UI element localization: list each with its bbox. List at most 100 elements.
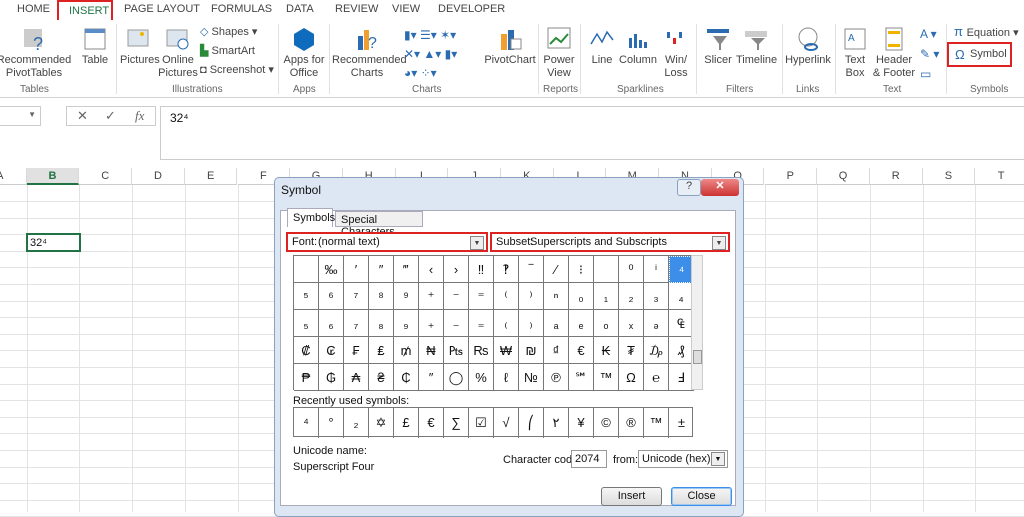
online-pictures-button[interactable]: Online Pictures bbox=[158, 26, 198, 80]
chevron-down-icon[interactable]: ▼ bbox=[470, 236, 484, 250]
column-header-q[interactable]: Q bbox=[817, 168, 870, 185]
symbol-grid[interactable]: ‰ ′ ″ ‴ ‹ › ‼ ‽ ‾ ⁄ ⁝ ⁰ ⁱ ⁴ ⁵ ⁶ ⁷ ⁸ ⁹ ⁺ ⁻ ⁼ ⁽ ⁾ ⁿ ₀ ₁ ₂ ₃ ₄ ₅ ₆ ₇ ₈ ₉ ₊ ₋ ₌ ₍ ₎… bbox=[293, 255, 694, 391]
column-header-t[interactable]: T bbox=[975, 168, 1024, 185]
symbol-button[interactable]: Ω Symbol bbox=[947, 42, 1012, 67]
symbol-cell[interactable]: Ω bbox=[619, 364, 644, 391]
symbol-cell[interactable]: ⁼ bbox=[469, 283, 494, 310]
symbol-cell[interactable]: ™ bbox=[594, 364, 619, 391]
font-select[interactable]: Font: (normal text) ▼ bbox=[286, 232, 488, 252]
recent-symbol[interactable]: ₂ bbox=[344, 408, 369, 438]
symbol-cell[interactable]: ℓ bbox=[494, 364, 519, 391]
symbol-cell[interactable]: ₱ bbox=[294, 364, 319, 391]
text-more-buttons[interactable]: A ▾ ✎ ▾ ▭ bbox=[920, 24, 939, 84]
symbol-cell[interactable]: ⁸ bbox=[369, 283, 394, 310]
pictures-button[interactable]: Pictures bbox=[120, 26, 160, 67]
recent-symbol[interactable]: ⁴ bbox=[294, 408, 319, 438]
help-button[interactable]: ? bbox=[677, 179, 701, 196]
recent-symbol[interactable]: € bbox=[419, 408, 444, 438]
symbol-cell[interactable]: ₍ bbox=[494, 310, 519, 337]
symbol-cell[interactable]: ◯ bbox=[444, 364, 469, 391]
symbol-cell[interactable]: ″ bbox=[369, 256, 394, 283]
symbol-cell[interactable] bbox=[294, 256, 319, 283]
symbol-cell[interactable]: ₒ bbox=[594, 310, 619, 337]
recent-symbol[interactable]: ⎛ bbox=[519, 408, 544, 438]
chart-type-buttons[interactable]: ▮▾ ☰▾ ✶▾ ✕▾ ▲▾ ▮▾ ◕▾ ⁘▾ bbox=[404, 26, 457, 83]
tab-developer[interactable]: DEVELOPER bbox=[438, 3, 505, 15]
symbol-cell[interactable]: ⁽ bbox=[494, 283, 519, 310]
symbol-cell[interactable]: ′ bbox=[344, 256, 369, 283]
symbol-cell[interactable]: ₭ bbox=[594, 337, 619, 364]
recent-symbol[interactable]: ™ bbox=[644, 408, 669, 438]
timeline-button[interactable]: Timeline bbox=[736, 26, 777, 67]
recent-symbol[interactable]: ¥ bbox=[569, 408, 594, 438]
subset-select[interactable]: Subset: Superscripts and Subscripts ▼ bbox=[490, 232, 730, 252]
close-window-button[interactable]: ✕ bbox=[701, 179, 739, 196]
symbol-cell[interactable]: ₎ bbox=[519, 310, 544, 337]
symbol-cell[interactable]: ₊ bbox=[419, 310, 444, 337]
smartart-button[interactable]: ▙ SmartArt bbox=[200, 45, 255, 58]
column-header-e[interactable]: E bbox=[184, 168, 238, 185]
tab-view[interactable]: VIEW bbox=[392, 3, 420, 15]
tab-formulas[interactable]: FORMULAS bbox=[211, 3, 272, 15]
recent-symbol[interactable]: £ bbox=[394, 408, 419, 438]
symbol-cell[interactable]: ⁻ bbox=[444, 283, 469, 310]
symbol-cell[interactable]: ℮ bbox=[644, 364, 669, 391]
sparkline-column-button[interactable]: Column bbox=[618, 26, 658, 67]
header-footer-button[interactable]: Header & Footer bbox=[872, 26, 916, 80]
symbol-cell[interactable]: ₥ bbox=[394, 337, 419, 364]
symbol-cell[interactable]: ₢ bbox=[319, 337, 344, 364]
symbol-cell[interactable]: ₇ bbox=[344, 310, 369, 337]
symbol-cell[interactable]: ⁶ bbox=[319, 283, 344, 310]
column-header-r[interactable]: R bbox=[869, 168, 923, 185]
symbol-cell[interactable]: ₋ bbox=[444, 310, 469, 337]
symbol-cell[interactable]: ₮ bbox=[619, 337, 644, 364]
sparkline-winloss-button[interactable]: Win/ Loss bbox=[662, 26, 690, 80]
symbol-cell[interactable]: ₌ bbox=[469, 310, 494, 337]
symbol-cell[interactable]: ℗ bbox=[544, 364, 569, 391]
symbol-cell[interactable]: % bbox=[469, 364, 494, 391]
column-header-p[interactable]: P bbox=[764, 168, 818, 185]
chevron-down-icon[interactable]: ▼ bbox=[711, 452, 725, 466]
apps-for-office-button[interactable]: Apps for Office bbox=[282, 26, 326, 80]
insert-button[interactable]: Insert bbox=[601, 487, 662, 506]
symbol-cell[interactable]: ₫ bbox=[544, 337, 569, 364]
symbol-cell[interactable]: ₈ bbox=[369, 310, 394, 337]
tab-home[interactable]: HOME bbox=[17, 3, 50, 15]
symbol-cell[interactable]: ₔ bbox=[644, 310, 669, 337]
scrollbar-thumb[interactable] bbox=[693, 350, 702, 364]
symbol-cell[interactable]: ⁰ bbox=[619, 256, 644, 283]
symbol-cell[interactable]: ₨ bbox=[469, 337, 494, 364]
recent-symbol[interactable]: ° bbox=[319, 408, 344, 438]
column-header-a[interactable]: A bbox=[0, 168, 27, 185]
symbol-cell[interactable]: ⁹ bbox=[394, 283, 419, 310]
symbol-cell[interactable]: ℠ bbox=[569, 364, 594, 391]
symbol-cell[interactable]: ₂ bbox=[619, 283, 644, 310]
fx-icon[interactable]: fx bbox=[135, 108, 144, 124]
power-view-button[interactable]: Power View bbox=[542, 26, 576, 80]
symbol-cell[interactable]: ₳ bbox=[344, 364, 369, 391]
symbol-cell[interactable]: ⁷ bbox=[344, 283, 369, 310]
recent-symbols[interactable]: ⁴ ° ₂ ✡ £ € ∑ ☑ √ ⎛ ٢ ¥ © ® ™ ± bbox=[293, 407, 693, 438]
column-header-c[interactable]: C bbox=[79, 168, 133, 185]
recent-symbol[interactable]: √ bbox=[494, 408, 519, 438]
symbol-cell[interactable]: ₣ bbox=[344, 337, 369, 364]
recent-symbol[interactable]: ® bbox=[619, 408, 644, 438]
symbol-cell[interactable]: ₃ bbox=[644, 283, 669, 310]
column-header-d[interactable]: D bbox=[132, 168, 185, 185]
scrollbar[interactable] bbox=[691, 255, 703, 390]
pivotchart-button[interactable]: PivotChart bbox=[484, 26, 536, 67]
tab-special-characters[interactable]: Special Characters bbox=[335, 211, 423, 238]
symbol-cell[interactable]: ₩ bbox=[494, 337, 519, 364]
symbol-cell[interactable]: ‴ bbox=[394, 256, 419, 283]
recent-symbol[interactable]: ٢ bbox=[544, 408, 569, 438]
symbol-cell[interactable]: ⁾ bbox=[519, 283, 544, 310]
symbol-cell[interactable]: ₲ bbox=[319, 364, 344, 391]
active-cell-b4[interactable]: 32⁴ bbox=[26, 233, 81, 252]
tab-symbols[interactable]: Symbols bbox=[287, 208, 335, 227]
symbol-cell[interactable]: ₦ bbox=[419, 337, 444, 364]
symbol-cell[interactable]: ₡ bbox=[294, 337, 319, 364]
symbol-cell[interactable]: › bbox=[444, 256, 469, 283]
symbol-cell[interactable]: ₁ bbox=[594, 283, 619, 310]
symbol-cell[interactable]: ‾ bbox=[519, 256, 544, 283]
screenshot-button[interactable]: ◘ Screenshot ▾ bbox=[200, 64, 274, 77]
